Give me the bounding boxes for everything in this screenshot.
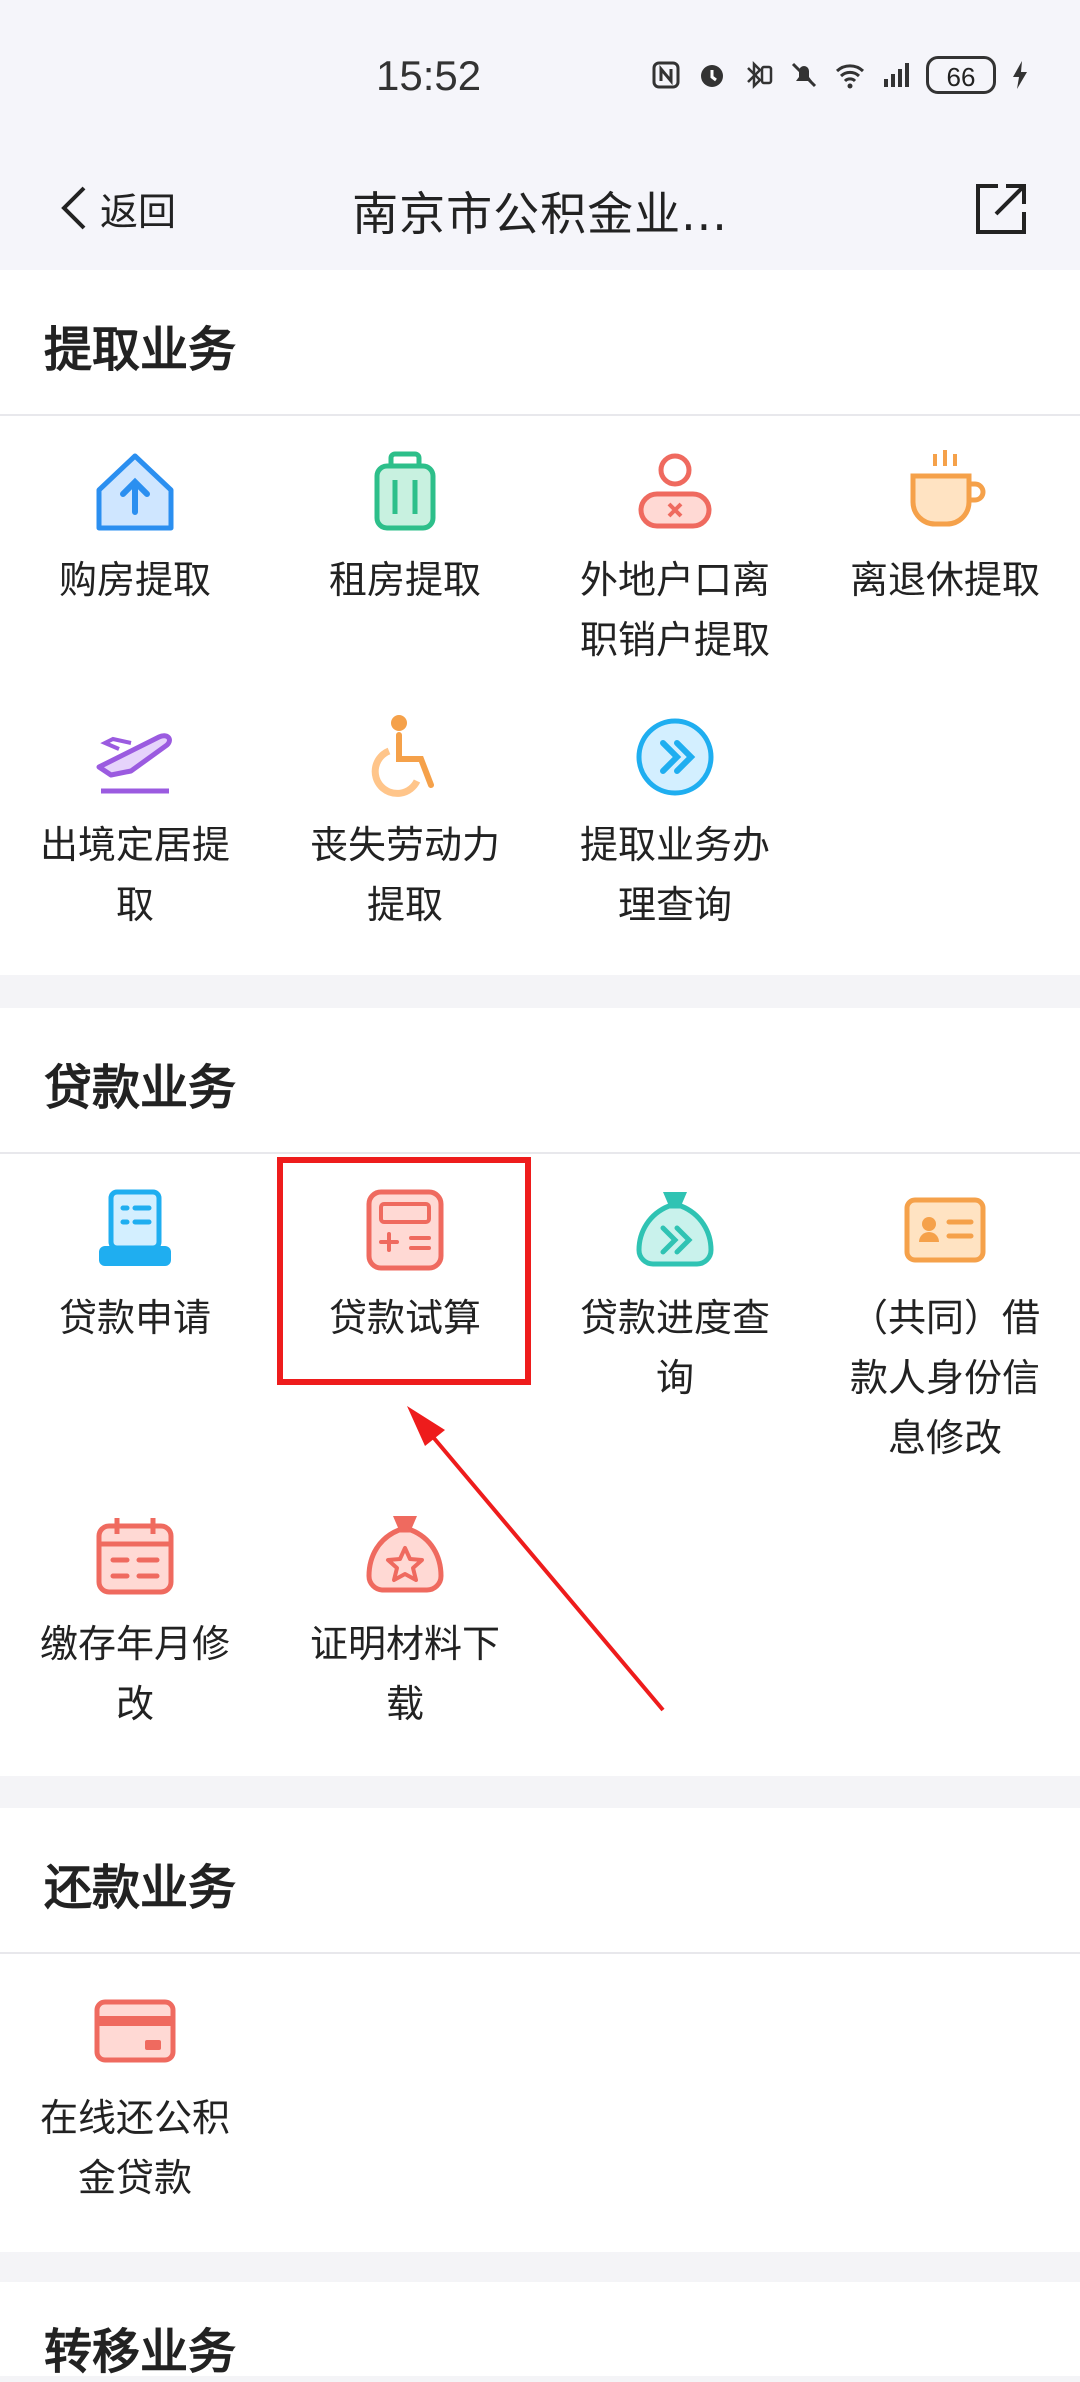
document-apply-icon bbox=[99, 1189, 171, 1266]
item-loan-apply[interactable]: 贷款申请 bbox=[0, 1184, 270, 1348]
signal-5g-icon bbox=[884, 63, 909, 87]
item-disability-withdrawal[interactable]: 丧失劳动力提取 bbox=[270, 711, 540, 935]
luggage-icon bbox=[374, 451, 436, 531]
item-label: 贷款试算 bbox=[328, 1296, 481, 1340]
item-rent-withdrawal[interactable]: 租房提取 bbox=[270, 446, 540, 610]
section-transfer: 转移业务 bbox=[0, 2282, 1080, 2380]
item-label: 离退休提取 bbox=[849, 558, 1040, 602]
id-card-icon bbox=[904, 1197, 986, 1263]
bluetooth-vibrate-icon bbox=[747, 60, 773, 90]
nav-bar: 返回 南京市公积金业... bbox=[0, 150, 1080, 270]
item-label: （共同）借款人身份信息修改 bbox=[849, 1296, 1040, 1460]
item-label: 提取业务办理查询 bbox=[579, 823, 770, 927]
section-title: 贷款业务 bbox=[44, 1060, 237, 1116]
section-header: 还款业务 bbox=[0, 1808, 1080, 1954]
item-label: 租房提取 bbox=[328, 558, 481, 602]
double-chevron-icon bbox=[636, 718, 714, 796]
share-external-icon bbox=[976, 184, 1026, 234]
money-bag-progress-icon bbox=[636, 1192, 714, 1267]
status-time: 15:52 bbox=[376, 52, 482, 99]
status-icons: 66 bbox=[650, 56, 1030, 94]
page-title: 南京市公积金业... bbox=[352, 187, 728, 241]
item-label: 贷款进度查询 bbox=[579, 1296, 770, 1400]
bank-card-icon bbox=[94, 1999, 176, 2063]
section-repayment: 还款业务 在线还公积金贷款 bbox=[0, 1808, 1080, 2252]
tea-cup-icon bbox=[910, 450, 986, 527]
item-label: 贷款申请 bbox=[58, 1296, 211, 1340]
item-label: 外地户口离职销户提取 bbox=[579, 558, 770, 662]
calendar-icon bbox=[96, 1518, 174, 1595]
share-button[interactable] bbox=[968, 178, 1032, 246]
mute-bell-icon bbox=[791, 62, 817, 88]
item-retirement-withdrawal[interactable]: 离退休提取 bbox=[810, 446, 1080, 610]
calculator-icon bbox=[366, 1189, 444, 1271]
wifi-icon bbox=[835, 64, 865, 89]
battery-indicator: 66 bbox=[926, 56, 996, 94]
item-deposit-month-edit[interactable]: 缴存年月修改 bbox=[0, 1510, 270, 1734]
item-withdrawal-query[interactable]: 提取业务办理查询 bbox=[540, 711, 810, 935]
item-label: 在线还公积金贷款 bbox=[39, 2096, 230, 2200]
wheelchair-icon bbox=[371, 715, 434, 797]
house-upload-icon bbox=[96, 453, 174, 531]
status-bar: 15:52 66 bbox=[0, 0, 1080, 150]
section-title: 提取业务 bbox=[44, 322, 237, 378]
item-label: 出境定居提取 bbox=[39, 823, 230, 927]
alarm-icon bbox=[701, 65, 723, 87]
section-header: 贷款业务 bbox=[0, 1008, 1080, 1154]
red-arrow-annotation bbox=[407, 1406, 665, 1712]
charging-icon bbox=[1013, 61, 1027, 89]
section-title: 转移业务 bbox=[44, 2324, 237, 2380]
section-header: 提取业务 bbox=[0, 270, 1080, 416]
section-withdrawal: 提取业务 购房提取 租房提取 外地户口离职销户提取 离退休提取 出境定居提取 丧… bbox=[0, 270, 1080, 975]
item-label: 丧失劳动力提取 bbox=[309, 823, 500, 927]
nfc-icon bbox=[652, 61, 680, 89]
person-cancel-icon bbox=[638, 453, 712, 529]
item-outside-hukou-withdrawal[interactable]: 外地户口离职销户提取 bbox=[540, 446, 810, 670]
airplane-icon bbox=[96, 733, 172, 794]
item-label: 缴存年月修改 bbox=[39, 1622, 230, 1726]
item-emigration-withdrawal[interactable]: 出境定居提取 bbox=[0, 711, 270, 935]
item-house-withdrawal[interactable]: 购房提取 bbox=[0, 446, 270, 610]
item-loan-progress-query[interactable]: 贷款进度查询 bbox=[540, 1184, 810, 1408]
item-borrower-info-edit[interactable]: （共同）借款人身份信息修改 bbox=[810, 1184, 1080, 1468]
item-loan-calculator[interactable]: 贷款试算 bbox=[270, 1184, 540, 1348]
item-label: 购房提取 bbox=[58, 558, 211, 602]
section-title: 还款业务 bbox=[44, 1860, 237, 1916]
item-online-repayment[interactable]: 在线还公积金贷款 bbox=[0, 1984, 270, 2208]
